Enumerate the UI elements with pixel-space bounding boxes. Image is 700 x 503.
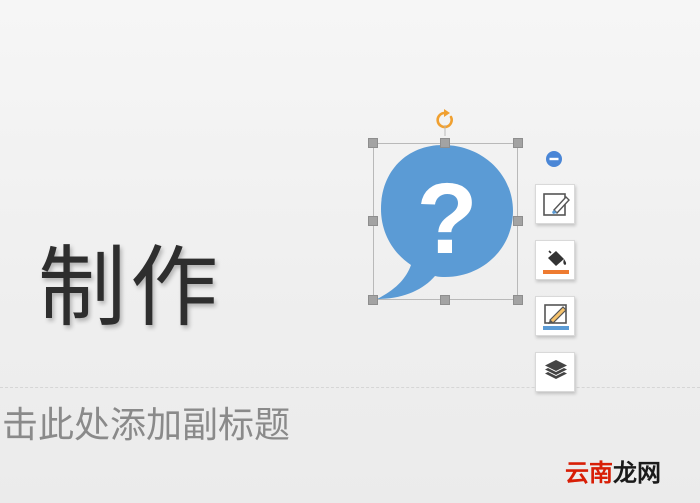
outline-button[interactable]	[535, 296, 575, 336]
placeholder-divider	[0, 387, 700, 388]
brush-edit-icon	[543, 193, 570, 216]
selection-box	[373, 143, 518, 300]
resize-handle-top-left[interactable]	[368, 138, 378, 148]
slide-canvas[interactable]: 制作 击此处添加副标题 ? 云南龙网	[0, 0, 700, 503]
resize-handle-bottom-right[interactable]	[513, 295, 523, 305]
resize-handle-top-right[interactable]	[513, 138, 523, 148]
site-watermark: 云南龙网	[565, 457, 661, 489]
resize-handle-right[interactable]	[513, 216, 523, 226]
watermark-part-2: 龙网	[613, 459, 661, 487]
speech-bubble-shape[interactable]: ?	[368, 138, 523, 305]
subtitle-placeholder[interactable]: 击此处添加副标题	[2, 402, 290, 450]
resize-handle-top[interactable]	[440, 138, 450, 148]
shape-style-button[interactable]	[535, 184, 575, 224]
layers-icon	[545, 360, 567, 379]
rotate-handle-icon[interactable]	[433, 108, 457, 136]
fill-color-button[interactable]	[535, 240, 575, 280]
resize-handle-bottom[interactable]	[440, 295, 450, 305]
slide-title[interactable]: 制作	[38, 238, 222, 338]
resize-handle-left[interactable]	[368, 216, 378, 226]
minus-circle-icon[interactable]	[545, 150, 563, 168]
pencil-outline-icon	[543, 304, 569, 330]
paint-bucket-icon	[543, 250, 569, 274]
resize-handle-bottom-left[interactable]	[368, 295, 378, 305]
arrange-button[interactable]	[535, 352, 575, 392]
watermark-part-1: 云南	[565, 459, 613, 487]
